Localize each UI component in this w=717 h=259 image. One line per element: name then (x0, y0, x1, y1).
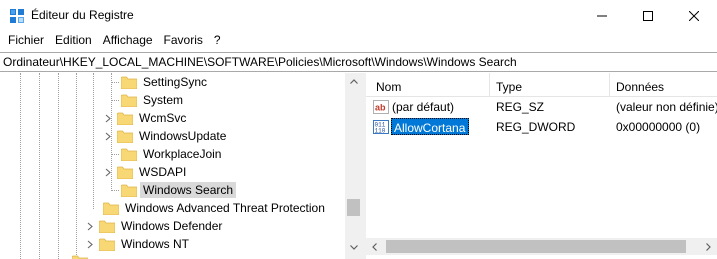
tree-item-windows-defender[interactable]: Windows Defender (85, 217, 225, 235)
tree-item-wsdapi[interactable]: WSDAPI (103, 163, 189, 181)
value-type: REG_SZ (496, 100, 545, 114)
scroll-right-arrow-icon[interactable] (700, 238, 717, 255)
tree-item-settingsync[interactable]: SettingSync (107, 73, 210, 91)
value-data: 0x00000000 (0) (616, 120, 701, 134)
column-header-type[interactable]: Type (490, 73, 610, 97)
open-folder-icon (121, 184, 137, 197)
column-header-name[interactable]: Nom (366, 73, 490, 97)
registry-editor-icon (10, 9, 24, 23)
tree-expander-placeholder (107, 73, 117, 91)
folder-icon (103, 202, 119, 215)
tree-item-label: Windows Defender (121, 219, 223, 233)
value-name: (par défaut) (392, 100, 455, 114)
folder-icon (117, 130, 133, 143)
list-scroll-thumb[interactable] (386, 240, 686, 253)
folder-icon (117, 166, 133, 179)
tree-item-label: WcmSvc (139, 111, 187, 125)
folder-icon (121, 148, 137, 161)
tree-item-system[interactable]: System (107, 91, 186, 109)
tree-item-label: SettingSync (143, 75, 208, 89)
scroll-up-arrow-icon[interactable] (345, 73, 362, 90)
column-header-data[interactable]: Données (610, 73, 717, 97)
menu-affichage[interactable]: Affichage (98, 31, 159, 51)
chevron-right-icon[interactable] (103, 127, 113, 145)
minimize-icon (597, 15, 607, 16)
close-icon (689, 10, 699, 21)
folder-icon (121, 76, 137, 89)
scroll-down-arrow-icon[interactable] (345, 239, 362, 256)
svg-text:ab: ab (375, 103, 386, 113)
menu-bar: Fichier Edition Affichage Favoris ? (0, 31, 717, 51)
folder-icon (99, 220, 115, 233)
key-tree: SettingSync System WcmSvc WindowsUpdate … (0, 73, 362, 259)
folder-icon (121, 94, 137, 107)
dword-value-icon: 011 110 (373, 120, 389, 135)
folder-icon (117, 112, 133, 125)
tree-item-label: Windows Search (140, 182, 237, 198)
value-type: REG_DWORD (496, 120, 576, 134)
menu-help[interactable]: ? (209, 31, 227, 51)
chevron-right-icon[interactable] (103, 109, 113, 127)
tree-item-windowsupdate[interactable]: WindowsUpdate (103, 127, 229, 145)
folder-icon (72, 255, 88, 259)
maximize-icon (643, 10, 653, 21)
list-header: Nom Type Données (366, 73, 717, 97)
menu-edition[interactable]: Edition (50, 31, 98, 51)
string-value-icon: ab (373, 100, 389, 114)
minimize-button[interactable] (579, 0, 625, 31)
registry-editor-window: Éditeur du Registre Fichier Edition Affi… (0, 0, 717, 259)
address-bar[interactable]: Ordinateur\HKEY_LOCAL_MACHINE\SOFTWARE\P… (0, 52, 717, 72)
value-name-selected: AllowCortana (391, 118, 470, 135)
value-data: (valeur non définie) (616, 100, 717, 114)
maximize-button[interactable] (625, 0, 671, 31)
tree-item-workplacejoin[interactable]: WorkplaceJoin (107, 145, 224, 163)
tree-expander-placeholder (89, 199, 99, 217)
list-horizontal-scrollbar[interactable] (366, 238, 717, 255)
tree-item-windows-atp[interactable]: Windows Advanced Threat Protection (89, 199, 328, 217)
chevron-right-icon[interactable] (85, 235, 95, 253)
menu-fichier[interactable]: Fichier (3, 31, 50, 51)
window-title: Éditeur du Registre (31, 8, 134, 22)
tree-item-label: System (143, 93, 184, 107)
folder-icon (99, 238, 115, 251)
tree-item-windows-nt[interactable]: Windows NT (85, 235, 192, 253)
chevron-right-icon[interactable] (103, 163, 113, 181)
svg-text:110: 110 (375, 128, 386, 135)
tree-expander-placeholder (107, 145, 117, 163)
tree-item-label: WindowsUpdate (139, 129, 227, 143)
list-row-allowcortana[interactable]: 011 110 AllowCortana REG_DWORD 0x0000000… (366, 117, 717, 137)
tree-scroll-thumb[interactable] (347, 199, 360, 216)
close-button[interactable] (671, 0, 717, 31)
tree-expander-placeholder (107, 91, 117, 109)
scroll-left-arrow-icon[interactable] (366, 238, 383, 255)
tree-item-label: Windows NT (121, 237, 190, 251)
chevron-right-icon[interactable] (85, 217, 95, 235)
tree-item-label: Windows Advanced Threat Protection (125, 201, 325, 215)
menu-favoris[interactable]: Favoris (159, 31, 209, 51)
tree-expander-placeholder (107, 181, 117, 199)
tree-item-label: WorkplaceJoin (143, 147, 222, 161)
tree-item-label: WSDAPI (139, 165, 187, 179)
tree-item-windows-search[interactable]: Windows Search (107, 181, 237, 199)
tree-item-wcmsvc[interactable]: WcmSvc (103, 109, 189, 127)
values-list: Nom Type Données ab (par défaut) REG_SZ … (366, 73, 717, 259)
list-row-default[interactable]: ab (par défaut) REG_SZ (valeur non défin… (366, 97, 717, 117)
tree-vertical-scrollbar[interactable] (345, 73, 362, 259)
title-bar[interactable]: Éditeur du Registre (0, 0, 717, 31)
